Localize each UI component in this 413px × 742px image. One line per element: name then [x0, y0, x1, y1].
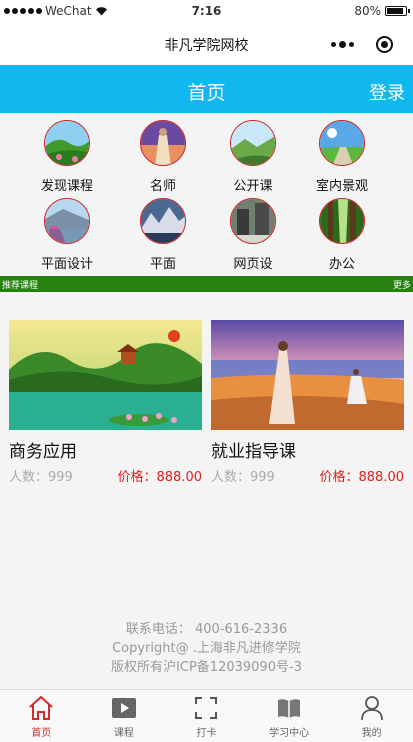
more-link[interactable]: 更多 [393, 278, 411, 291]
course-name: 就业指导课 [211, 442, 296, 462]
tab-learning-center[interactable]: 学习中心 [248, 690, 331, 742]
category-item[interactable]: 名师 [118, 120, 208, 194]
tab-courses[interactable]: 课程 [83, 690, 166, 742]
status-right: 80% [354, 4, 410, 18]
course-price: 价格：888.00 [117, 470, 203, 485]
course-image [9, 320, 202, 430]
category-image [44, 120, 90, 166]
tab-label: 首页 [31, 728, 52, 739]
battery-icon [385, 6, 410, 16]
category-item[interactable]: 公开课 [208, 120, 298, 194]
course-meta: 人数：999 价格：888.00 [211, 466, 404, 486]
category-image [140, 120, 186, 166]
nav-bar: 非凡学院网校 [0, 22, 413, 65]
battery-percent: 80% [354, 4, 381, 18]
recommend-strip: 推荐课程 更多 [0, 276, 413, 292]
category-item[interactable]: 发现课程 [22, 120, 112, 194]
footer-phone: 联系电话： 400-616-2336 [125, 622, 288, 637]
category-item[interactable]: 平面设计 [22, 198, 112, 272]
more-icon[interactable] [331, 40, 354, 48]
category-label: 网页设 [233, 257, 273, 272]
category-image [230, 198, 276, 244]
course-card[interactable]: 商务应用 人数：999 价格：888.00 [9, 320, 202, 486]
category-image [140, 198, 186, 244]
tab-label: 课程 [113, 728, 134, 739]
tab-label: 我的 [361, 728, 382, 739]
category-label: 名师 [149, 179, 176, 194]
course-image [211, 320, 404, 430]
course-meta: 人数：999 价格：888.00 [9, 466, 202, 486]
tab-mine[interactable]: 我的 [330, 690, 413, 742]
close-target-icon[interactable] [376, 35, 393, 53]
page-footer: 联系电话： 400-616-2336 Copyright@ .上海非凡进修学院 … [0, 620, 413, 677]
course-price: 价格：888.00 [319, 470, 405, 485]
category-item[interactable]: 平面 [118, 198, 208, 272]
category-image [319, 120, 365, 166]
category-label: 发现课程 [40, 179, 93, 194]
status-time: 7:16 [191, 4, 222, 18]
page-header: 首页 登录 [0, 65, 413, 113]
category-label: 平面设计 [40, 257, 93, 272]
course-card[interactable]: 就业指导课 人数：999 价格：888.00 [211, 320, 404, 486]
status-bar: WeChat 7:16 80% [0, 0, 413, 22]
play-icon [111, 698, 136, 718]
footer-icp: 版权所有沪ICP备12039090号-3 [111, 660, 302, 675]
course-name: 商务应用 [9, 442, 77, 462]
category-image [319, 198, 365, 244]
course-people: 人数：999 [211, 470, 275, 485]
tab-home[interactable]: 首页 [0, 690, 83, 742]
category-item[interactable]: 室内景观 [297, 120, 387, 194]
user-icon [360, 696, 383, 721]
book-icon [278, 699, 301, 718]
category-image [44, 198, 90, 244]
recommend-title: 推荐课程 [2, 281, 39, 291]
login-button[interactable]: 登录 [369, 79, 405, 105]
home-icon [29, 695, 53, 720]
course-people: 人数：999 [9, 470, 73, 485]
category-grid: 发现课程 名师 公开课 室内景观 平面设计 平面 网页设 办公 [0, 113, 413, 276]
footer-copyright: Copyright@ .上海非凡进修学院 [112, 641, 301, 656]
page-title: 首页 [187, 82, 226, 104]
tab-bar: 首页 课程 打卡 学习中心 我的 [0, 689, 413, 742]
category-item[interactable]: 办公 [297, 198, 387, 272]
category-label: 办公 [328, 257, 355, 272]
mini-program-capsule [327, 31, 397, 57]
category-label: 室内景观 [315, 179, 368, 194]
category-label: 公开课 [233, 179, 273, 194]
tab-checkin[interactable]: 打卡 [165, 690, 248, 742]
tab-label: 学习中心 [269, 728, 310, 739]
scan-icon [195, 697, 218, 719]
category-label: 平面 [149, 257, 176, 272]
category-image [230, 120, 276, 166]
tab-label: 打卡 [196, 728, 217, 739]
category-item[interactable]: 网页设 [208, 198, 298, 272]
